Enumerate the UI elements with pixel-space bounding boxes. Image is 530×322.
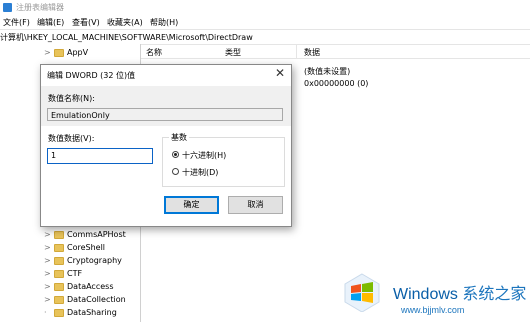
folder-icon xyxy=(54,283,64,291)
address-path: 计算机\HKEY_LOCAL_MACHINE\SOFTWARE\Microsof… xyxy=(0,33,253,42)
value-data-label: 数值数据(V): xyxy=(48,134,95,143)
folder-icon xyxy=(54,296,64,304)
menu-view[interactable]: 查看(V) xyxy=(72,17,100,28)
value-name-field: EmulationOnly xyxy=(47,108,283,121)
address-bar[interactable]: 计算机\HKEY_LOCAL_MACHINE\SOFTWARE\Microsof… xyxy=(0,29,530,45)
tree-item-label: Cryptography xyxy=(67,256,122,265)
base-groupbox: 基数 十六进制(H) 十进制(D) xyxy=(162,132,285,187)
radio-dec-label[interactable]: 十进制(D) xyxy=(182,167,218,178)
column-type[interactable]: 类型 xyxy=(225,47,241,58)
watermark-url: www.bjjmlv.com xyxy=(401,305,465,315)
tree-item-label: CommsAPHost xyxy=(67,230,126,239)
tree-item-label: DataCollection xyxy=(67,295,126,304)
chevron-right-icon[interactable]: > xyxy=(44,243,51,252)
cancel-button[interactable]: 取消 xyxy=(228,196,283,214)
menu-file[interactable]: 文件(F) xyxy=(3,17,30,28)
tree-item-label: CTF xyxy=(67,269,83,278)
edit-dword-dialog: 编辑 DWORD (32 位)值 ✕ 数值名称(N): EmulationOnl… xyxy=(40,64,292,227)
value-name-section: 数值名称(N): EmulationOnly xyxy=(41,86,291,126)
column-data[interactable]: 数据 xyxy=(304,47,320,58)
folder-icon xyxy=(54,244,64,252)
menubar: 文件(F) 编辑(E) 查看(V) 收藏夹(A) 帮助(H) xyxy=(0,15,530,29)
tree-item-label: DataAccess xyxy=(67,282,114,291)
window-titlebar: 注册表编辑器 xyxy=(0,0,530,15)
dialog-title: 编辑 DWORD (32 位)值 xyxy=(47,71,136,80)
values-list-header: 名称 类型 数据 xyxy=(141,44,530,59)
value-data-input[interactable]: 1 xyxy=(47,148,153,164)
value-data-cell: 0x00000000 (0) xyxy=(304,79,369,88)
menu-edit[interactable]: 编辑(E) xyxy=(37,17,64,28)
value-data-cell: (数值未设置) xyxy=(304,67,351,76)
base-label: 基数 xyxy=(169,132,189,143)
folder-icon xyxy=(54,231,64,239)
tree-item-label: AppV xyxy=(67,48,89,57)
column-name[interactable]: 名称 xyxy=(146,47,162,58)
folder-icon xyxy=(54,49,64,57)
tree-item-label: CoreShell xyxy=(67,243,106,252)
chevron-right-icon[interactable]: > xyxy=(44,230,51,239)
watermark: Windows 系统之家 www.bjjmlv.com xyxy=(341,270,530,322)
close-icon[interactable]: ✕ xyxy=(275,66,285,80)
chevron-right-icon[interactable]: > xyxy=(44,282,51,291)
menu-help[interactable]: 帮助(H) xyxy=(150,17,178,28)
chevron-right-icon[interactable]: > xyxy=(44,48,51,57)
window-title: 注册表编辑器 xyxy=(16,3,64,12)
chevron-right-icon[interactable]: > xyxy=(44,256,51,265)
watermark-brand: Windows 系统之家 xyxy=(393,286,527,303)
folder-icon xyxy=(54,257,64,265)
tree-item-label: DataSharing xyxy=(67,308,117,317)
column-divider[interactable] xyxy=(296,44,297,58)
windows-logo-icon xyxy=(344,273,380,312)
regedit-icon xyxy=(3,3,12,12)
folder-icon xyxy=(54,270,64,278)
folder-icon xyxy=(54,309,64,317)
value-name-label: 数值名称(N): xyxy=(48,94,95,103)
radio-hex-label[interactable]: 十六进制(H) xyxy=(182,150,226,161)
radio-dec[interactable] xyxy=(172,168,179,175)
menu-favorites[interactable]: 收藏夹(A) xyxy=(107,17,143,28)
chevron-right-icon[interactable]: > xyxy=(44,295,51,304)
ok-button[interactable]: 确定 xyxy=(164,196,219,214)
tree-line-icon: · xyxy=(44,308,47,317)
radio-hex[interactable] xyxy=(172,151,179,158)
chevron-right-icon[interactable]: > xyxy=(44,269,51,278)
